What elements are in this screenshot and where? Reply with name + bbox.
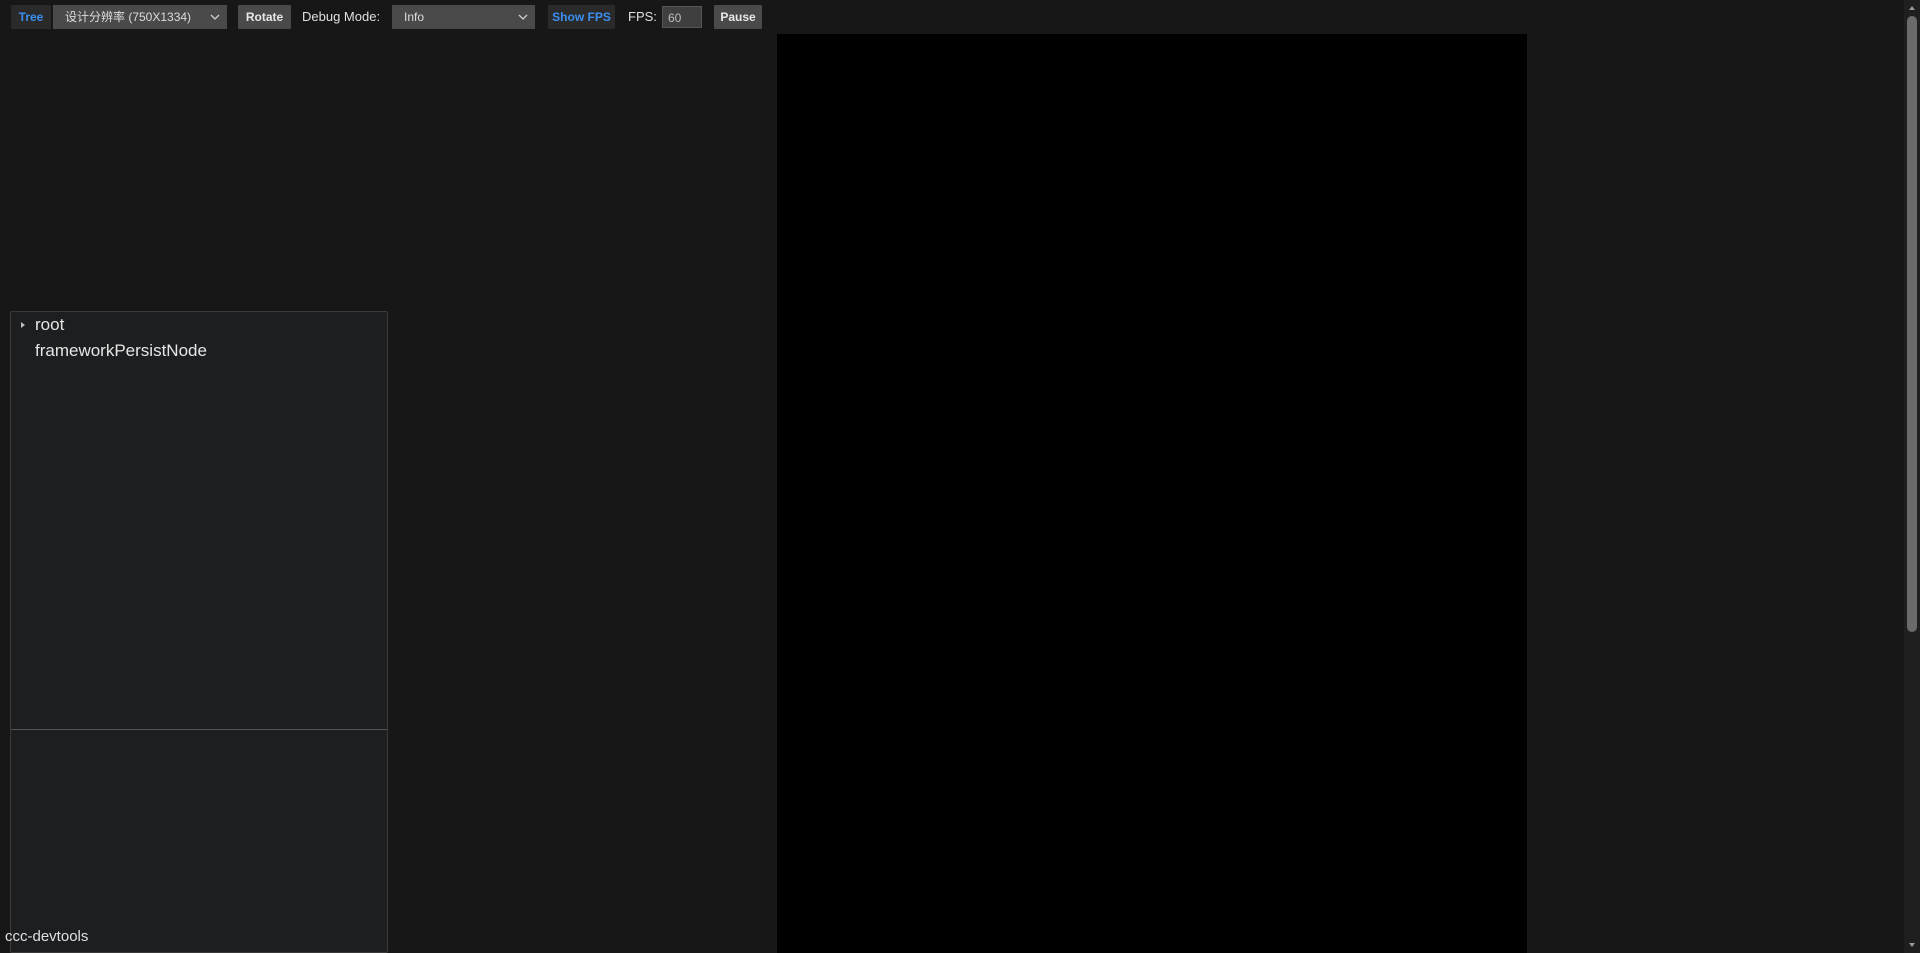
game-canvas[interactable]	[777, 34, 1527, 953]
chevron-down-icon	[210, 14, 220, 20]
devtools-page: Tree 设计分辨率 (750X1334) Rotate Debug Mode:…	[0, 0, 1920, 953]
tree-node-root[interactable]: root	[35, 313, 64, 337]
vertical-scrollbar[interactable]	[1904, 0, 1920, 953]
tree-node-label: root	[35, 315, 65, 334]
debug-mode-select[interactable]: Info	[392, 5, 535, 29]
pause-button[interactable]: Pause	[714, 5, 762, 29]
toolbar: Tree 设计分辨率 (750X1334) Rotate Debug Mode:…	[0, 0, 1904, 34]
tree-node-frameworkpersistnode[interactable]: frameworkPersistNode	[35, 339, 207, 363]
chevron-down-icon	[518, 14, 528, 20]
show-fps-button[interactable]: Show FPS	[548, 5, 615, 29]
tree-toggle-button[interactable]: Tree	[11, 5, 51, 29]
scroll-up-icon[interactable]	[1904, 0, 1920, 16]
node-tree-panel: root frameworkPersistNode	[10, 311, 388, 953]
tree-node-label: frameworkPersistNode	[35, 341, 207, 360]
debug-mode-label: Debug Mode:	[302, 9, 381, 24]
rotate-button[interactable]: Rotate	[238, 5, 291, 29]
resolution-select[interactable]: 设计分辨率 (750X1334)	[53, 5, 227, 29]
app-name-label: ccc-devtools	[5, 928, 89, 945]
fps-input[interactable]: 60	[662, 6, 702, 28]
resolution-select-value: 设计分辨率 (750X1334)	[65, 10, 192, 24]
panel-divider[interactable]	[11, 729, 387, 730]
scroll-down-icon[interactable]	[1904, 937, 1920, 953]
caret-right-icon[interactable]	[19, 313, 27, 337]
debug-mode-select-value: Info	[404, 10, 425, 24]
fps-label: FPS:	[628, 9, 657, 24]
scrollbar-thumb[interactable]	[1907, 16, 1917, 632]
